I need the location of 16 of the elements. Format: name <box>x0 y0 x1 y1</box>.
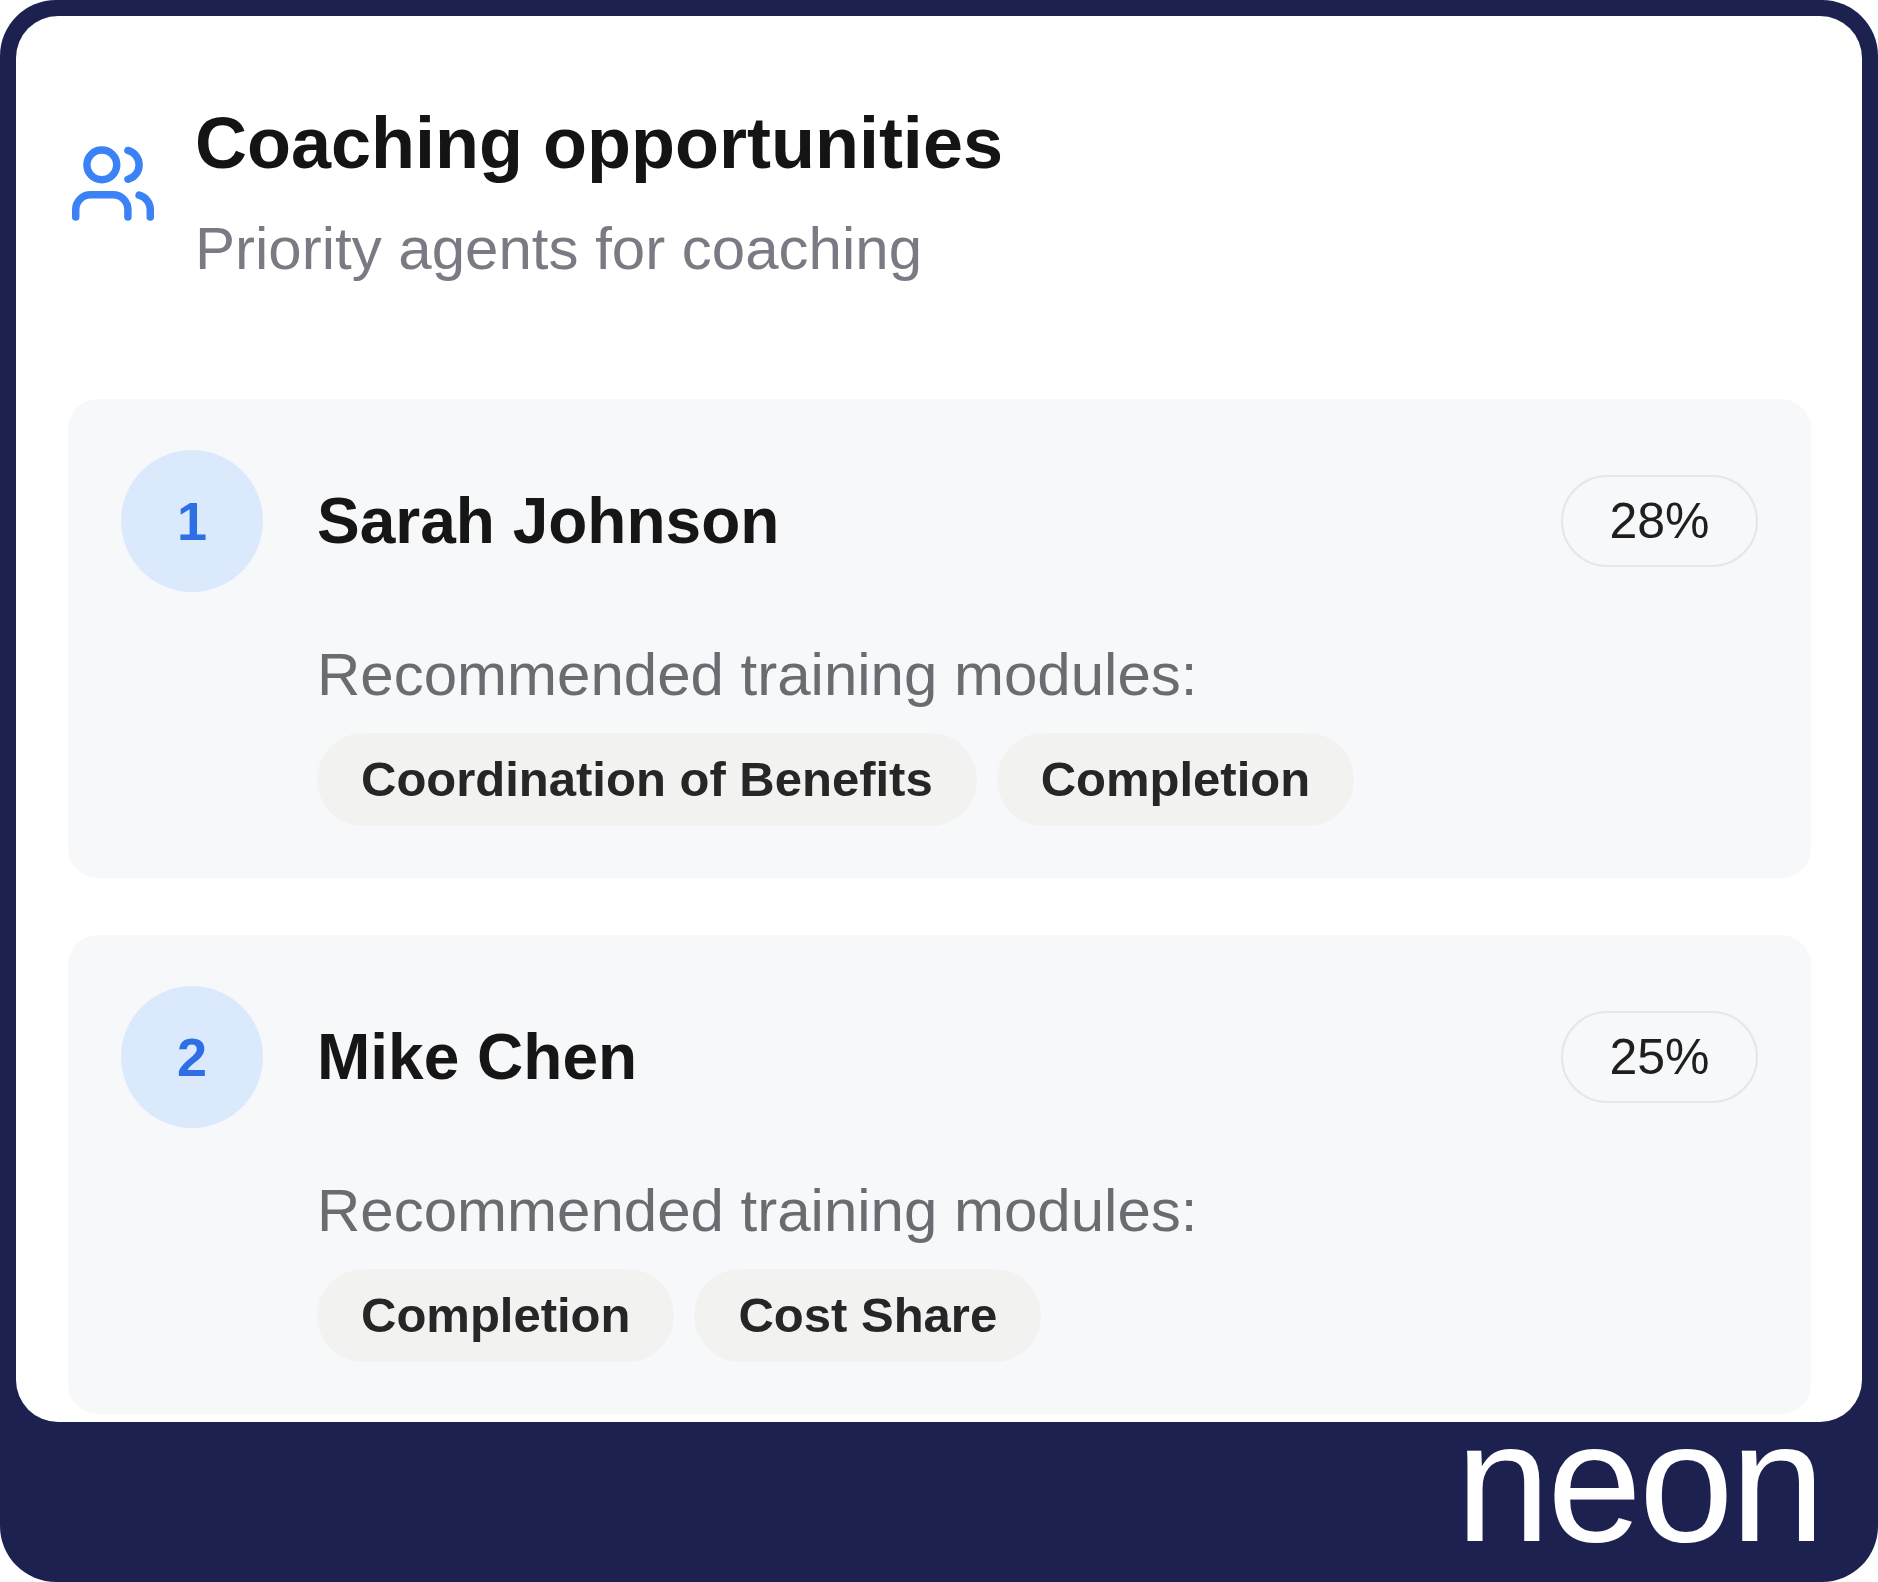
module-tag: Cost Share <box>694 1269 1042 1362</box>
score-badge: 25% <box>1561 1011 1758 1103</box>
module-tag: Coordination of Benefits <box>317 733 977 826</box>
agent-name: Sarah Johnson <box>317 484 780 558</box>
rank-badge: 1 <box>121 450 263 592</box>
rank-badge: 2 <box>121 986 263 1128</box>
panel-subtitle: Priority agents for coaching <box>195 214 923 284</box>
agent-name: Mike Chen <box>317 1020 638 1094</box>
score-badge: 28% <box>1561 475 1758 567</box>
modules-label: Recommended training modules: <box>317 640 1198 710</box>
module-tag: Completion <box>317 1269 675 1362</box>
users-icon <box>72 146 154 221</box>
panel-title: Coaching opportunities <box>195 102 1003 185</box>
module-tag: Completion <box>996 733 1355 826</box>
brand-logo: neon <box>1455 1422 1822 1542</box>
modules-label: Recommended training modules: <box>317 1176 1198 1246</box>
